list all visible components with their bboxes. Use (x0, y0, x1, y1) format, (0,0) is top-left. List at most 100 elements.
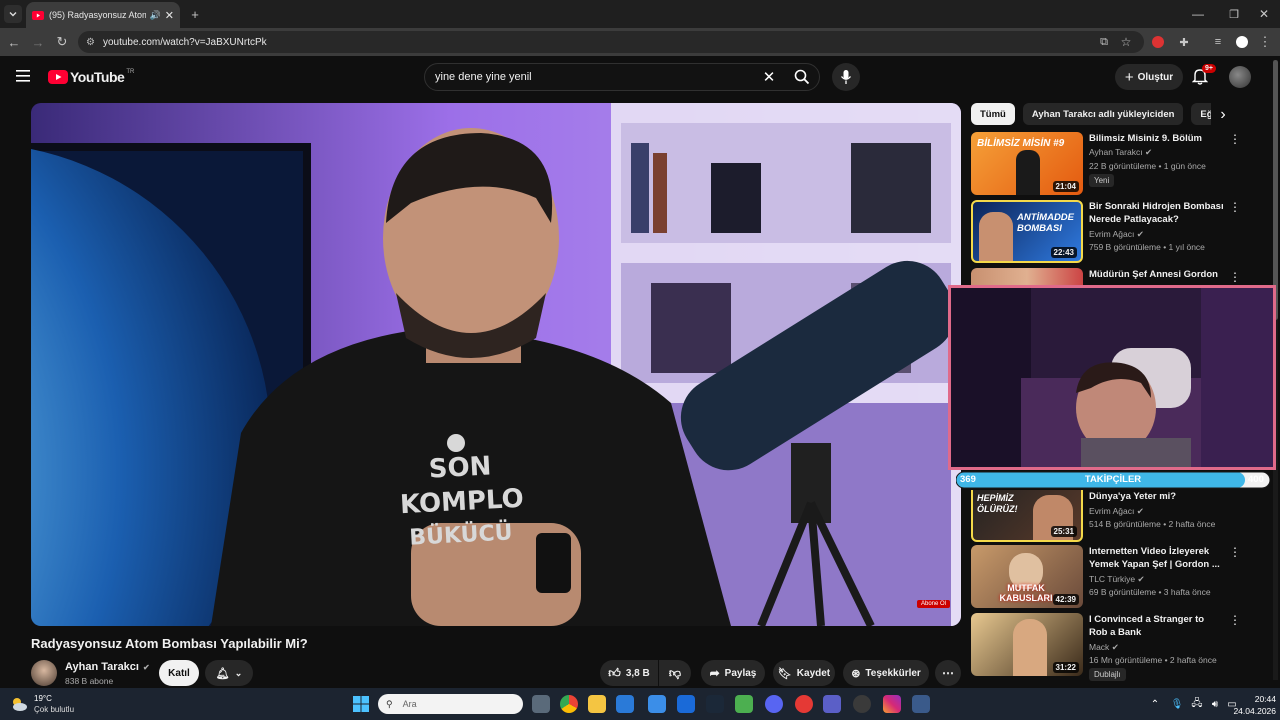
share-button[interactable]: ➦ Paylaş (701, 660, 765, 686)
chips-next-button[interactable]: › (1214, 105, 1232, 125)
chip-label: Tümü (980, 108, 1006, 120)
install-app-icon[interactable]: ⧉ (1096, 33, 1112, 51)
recommendation-item[interactable]: ANTİMADDE BOMBASI 22:43 Bir Sonraki Hidr… (971, 200, 1261, 266)
channel-name: Ayhan Tarakcı ✔ (1089, 147, 1153, 157)
chip-all[interactable]: Tümü (971, 103, 1015, 125)
restore-button[interactable]: ❐ (1224, 4, 1244, 24)
notification-count-badge: 9+ (1202, 64, 1216, 73)
search-button[interactable] (784, 63, 820, 91)
minimize-button[interactable]: — (1188, 4, 1208, 24)
profile-avatar-icon[interactable] (1236, 36, 1248, 48)
clear-search-icon[interactable]: ✕ (760, 69, 778, 86)
more-options-icon[interactable]: ⋮ (1229, 201, 1241, 213)
recommendation-item[interactable]: MUTFAK KABUSLARI 42:39 Internetten Video… (971, 545, 1261, 611)
weather-icon[interactable] (10, 695, 28, 713)
instagram-icon[interactable] (883, 695, 901, 713)
bookmark-star-icon[interactable]: ☆ (1118, 33, 1134, 51)
app-icon[interactable] (616, 695, 634, 713)
discord-icon[interactable] (765, 695, 783, 713)
dislike-button[interactable]: 👎︎ (659, 660, 691, 686)
verified-icon: ✔ (1111, 642, 1119, 652)
windows-start-icon[interactable] (352, 695, 370, 713)
minecraft-icon[interactable] (735, 695, 753, 713)
media-player-icon[interactable] (795, 695, 813, 713)
channel-name-row[interactable]: Ayhan Tarakcı ✔ (65, 661, 150, 673)
recommendation-item[interactable]: 31:22 I Convinced a Stranger to Rob a Ba… (971, 613, 1261, 681)
file-explorer-icon[interactable] (588, 695, 606, 713)
video-thumbnail[interactable]: ANTİMADDE BOMBASI 22:43 (971, 200, 1083, 263)
browser-menu-icon[interactable]: ⋮ (1258, 33, 1272, 51)
browser-tab-active[interactable]: (95) Radyasyonsuz Atom B... 🔊 ✕ (26, 2, 180, 28)
hamburger-menu-icon[interactable] (16, 69, 32, 83)
tab-search-button[interactable] (4, 5, 22, 23)
create-button[interactable]: + Oluştur (1115, 64, 1183, 90)
more-options-icon[interactable]: ⋮ (1229, 271, 1241, 283)
notifications-button[interactable]: 9+ (1192, 64, 1216, 87)
app-icon[interactable] (912, 695, 930, 713)
youtube-logo[interactable]: YouTube TR (48, 69, 134, 85)
steam-icon[interactable] (706, 695, 724, 713)
chevron-right-icon: › (1220, 106, 1226, 123)
like-button[interactable]: 👍︎ 3,8 B (600, 660, 658, 686)
subscription-bell-button[interactable]: 🔔︎ ⌄ (205, 660, 253, 686)
recommendation-item[interactable]: BİLİMSİZ MİSİN #9 21:04 Bilimsiz Misiniz… (971, 132, 1261, 198)
browser-toolbar: ← → ↻ ⚙ youtube.com/watch?v=JaBXUNrtcPk … (0, 28, 1280, 56)
extension-icon[interactable] (1152, 36, 1164, 48)
channel-name: Ayhan Tarakcı (65, 661, 139, 673)
extensions-puzzle-icon[interactable]: ✚ (1176, 33, 1192, 51)
chip-education[interactable]: Eğitim (1191, 103, 1211, 125)
new-badge: Yeni (1089, 174, 1115, 187)
thumbnail-figure (1013, 619, 1047, 676)
reload-button[interactable]: ↻ (52, 32, 72, 52)
video-thumbnail[interactable] (971, 268, 1083, 285)
channel-avatar[interactable] (31, 660, 57, 686)
mail-icon[interactable] (677, 695, 695, 713)
scrollbar-thumb[interactable] (1273, 60, 1278, 320)
account-avatar[interactable] (1229, 66, 1251, 88)
volume-icon[interactable]: 🔊︎ (1208, 696, 1222, 712)
speaker-icon[interactable]: 🔊 (150, 10, 161, 21)
tray-overflow-icon[interactable]: ⌃ (1148, 696, 1162, 712)
save-button[interactable]: 🔖︎ Kaydet (773, 660, 835, 686)
forward-button[interactable]: → (28, 32, 48, 52)
teams-icon[interactable] (823, 695, 841, 713)
tab-title: (95) Radyasyonsuz Atom B... (49, 10, 146, 20)
thumbnail-figure (979, 212, 1013, 261)
chip-label: Eğitim (1200, 108, 1211, 120)
close-window-button[interactable]: ✕ (1254, 4, 1274, 24)
chip-uploader[interactable]: Ayhan Tarakcı adlı yükleyiciden (1022, 103, 1184, 125)
voice-search-button[interactable] (832, 63, 860, 91)
media-control-icon[interactable]: ≡ (1210, 33, 1226, 51)
more-options-icon[interactable]: ⋮ (1229, 133, 1241, 145)
more-options-icon[interactable]: ⋮ (1229, 614, 1241, 626)
video-title: Bilimsiz Misiniz 9. Bölüm (1089, 133, 1202, 144)
task-view-icon[interactable] (532, 695, 550, 713)
taskbar-search-input[interactable]: ⚲ Ara (378, 694, 523, 714)
obs-icon[interactable] (853, 695, 871, 713)
chrome-icon[interactable] (560, 695, 578, 713)
video-thumbnail[interactable]: 31:22 (971, 613, 1083, 676)
video-thumbnail[interactable]: BİLİMSİZ MİSİN #9 21:04 (971, 132, 1083, 195)
recommendation-item[interactable]: HEPİMİZ ÖLÜRÜZ! 25:31 Dünya'ya Yeter mi?… (971, 490, 1261, 542)
store-icon[interactable] (648, 695, 666, 713)
site-info-icon[interactable]: ⚙ (86, 37, 95, 48)
more-actions-button[interactable]: ⋯ (935, 660, 961, 686)
verified-icon: ✔ (1144, 147, 1153, 157)
thanks-button[interactable]: ⊛ Teşekkürler (843, 660, 929, 686)
clock-date[interactable]: 24.04.2026 (1224, 706, 1276, 716)
network-icon[interactable]: 🖧 (1190, 696, 1204, 712)
clock-time[interactable]: 20:44 (1244, 694, 1276, 704)
join-button[interactable]: Katıl (159, 660, 199, 686)
subscribe-watermark[interactable]: Abone Ol (917, 600, 951, 608)
close-tab-icon[interactable]: ✕ (165, 9, 174, 22)
back-button[interactable]: ← (4, 32, 24, 52)
recommendation-item[interactable]: Müdürün Şef Annesi Gordon ⋮ (971, 268, 1261, 285)
video-thumbnail[interactable]: HEPİMİZ ÖLÜRÜZ! 25:31 (971, 490, 1083, 542)
url-bar[interactable]: ⚙ youtube.com/watch?v=JaBXUNrtcPk (78, 31, 1144, 53)
new-tab-button[interactable]: + (186, 4, 204, 24)
region-code: TR (126, 69, 135, 75)
video-player[interactable]: SON KOMPLO BÜKÜCÜ Abone Ol (31, 103, 961, 626)
microphone-icon[interactable]: 🎙︎ (1170, 696, 1184, 712)
more-options-icon[interactable]: ⋮ (1229, 546, 1241, 558)
video-thumbnail[interactable]: MUTFAK KABUSLARI 42:39 (971, 545, 1083, 608)
